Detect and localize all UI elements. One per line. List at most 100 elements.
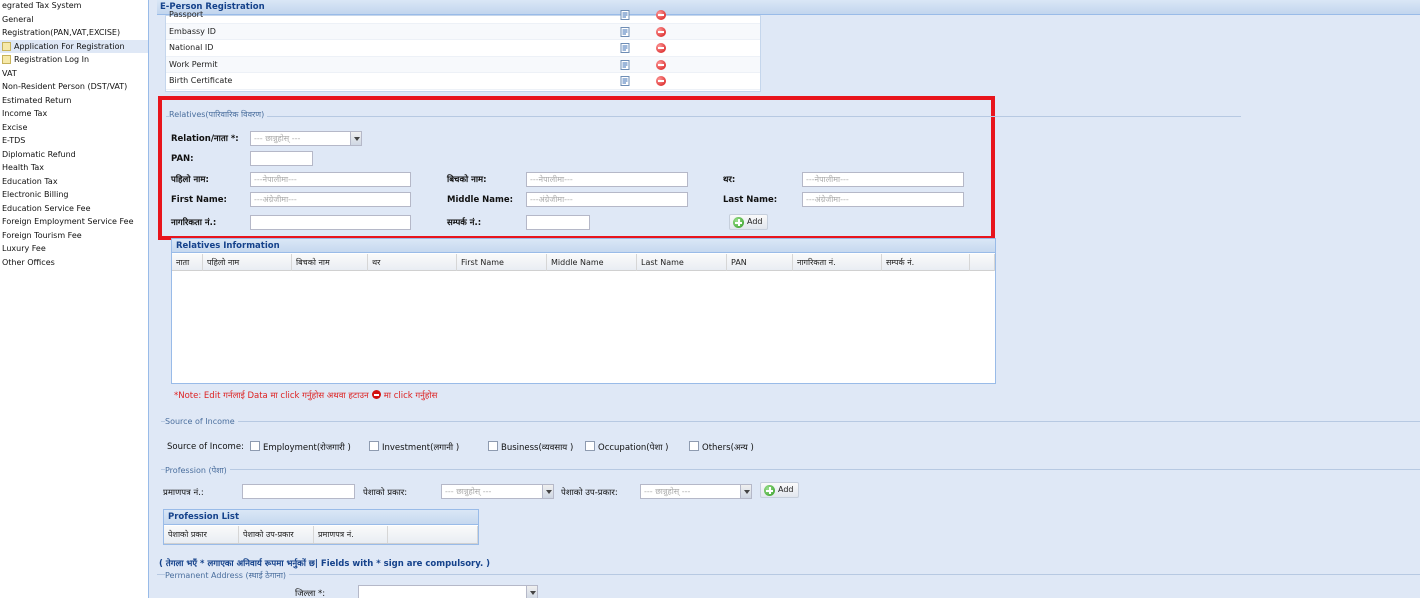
delete-icon[interactable] [656,26,666,37]
income-option-label: Investment(लगानी ) [382,443,460,453]
sidebar-item-label: Education Service Fee [2,203,91,213]
sidebar-item[interactable]: Electronic Billing [0,188,69,201]
sidebar-item[interactable]: Registration(PAN,VAT,EXCISE) [0,26,120,39]
column-header[interactable]: Middle Name [547,254,637,271]
document-row: National ID [166,40,760,57]
sidebar-item[interactable]: Income Tax [0,107,47,120]
delete-icon[interactable] [656,10,666,20]
note-text-after: मा click गर्नुहोस [383,391,438,401]
view-document-icon[interactable] [620,43,630,53]
pan-input[interactable] [250,151,313,166]
split-gutter[interactable] [149,0,157,598]
sidebar-item[interactable]: Non-Resident Person (DST/VAT) [0,80,127,93]
chevron-down-icon[interactable] [350,132,361,145]
first-name-np-label: पहिलो नाम: [171,175,209,185]
last-name-input[interactable]: ---अंग्रेजीमा--- [802,192,964,207]
income-checkbox[interactable] [250,441,260,451]
income-checkbox[interactable] [488,441,498,451]
column-header[interactable] [388,526,478,543]
document-name: Embassy ID [169,26,216,36]
profession-subtype-label: पेशाको उप-प्रकार: [561,488,618,498]
income-checkbox[interactable] [689,441,699,451]
profession-subtype-select[interactable]: --- छान्नुहोस् --- [640,484,752,499]
view-document-icon[interactable] [620,10,630,20]
edit-note: *Note: Edit गर्नलाई Data मा click गर्नुह… [174,390,437,401]
delete-icon[interactable] [656,43,666,53]
column-header[interactable]: First Name [457,254,547,271]
sidebar-item[interactable]: VAT [0,67,17,80]
add-relative-button-label: Add [747,217,763,226]
document-name: Work Permit [169,59,218,69]
chevron-down-icon[interactable] [542,485,553,498]
view-document-icon[interactable] [620,76,630,86]
certificate-input[interactable] [242,484,355,499]
column-header[interactable]: पेशाको प्रकार [164,526,239,543]
column-header[interactable]: सम्पर्क नं. [882,254,970,271]
first-name-np-input[interactable]: ---नेपालीमा--- [250,172,411,187]
income-label: Source of Income: [167,442,244,452]
sidebar-item-label: Diplomatic Refund [2,149,76,159]
column-header[interactable]: नागरिकता नं. [793,254,882,271]
sidebar-item[interactable]: Diplomatic Refund [0,148,76,161]
sidebar-item[interactable]: Education Service Fee [0,202,91,215]
column-header[interactable]: बिचको नाम [292,254,368,271]
sidebar-item-label: Application For Registration [14,41,125,51]
navigation-tree: egrated Tax System General Registration(PA… [0,0,149,598]
sidebar-item[interactable]: General [0,13,34,26]
column-header[interactable]: नाता [172,254,203,271]
income-checkbox[interactable] [369,441,379,451]
contact-input[interactable] [526,215,590,230]
sidebar-item[interactable]: Estimated Return [0,94,72,107]
sidebar-item-label: VAT [2,68,17,78]
middle-name-input[interactable]: ---अंग्रेजीमा--- [526,192,688,207]
first-name-np-placeholder: ---नेपालीमा--- [254,175,297,184]
view-document-icon[interactable] [620,59,630,70]
profession-type-select[interactable]: --- छान्नुहोस् --- [441,484,554,499]
document-icon [2,55,11,64]
pan-label: PAN: [171,154,194,164]
first-name-placeholder: ---अंग्रेजीमा--- [254,195,297,204]
citizenship-input[interactable] [250,215,411,230]
sidebar-item[interactable]: Application For Registration [0,39,148,53]
sidebar-item[interactable]: Other Offices [0,256,55,269]
delete-icon[interactable] [656,76,666,86]
profession-legend: Profession (पेशा) [165,465,230,476]
column-header[interactable]: PAN [727,254,793,271]
sidebar-item-label: Foreign Tourism Fee [2,230,82,240]
view-document-icon[interactable] [620,26,630,37]
column-header[interactable]: Last Name [637,254,727,271]
sidebar-item[interactable]: Foreign Tourism Fee [0,229,82,242]
sidebar-item[interactable]: Luxury Fee [0,242,46,255]
sidebar-item[interactable]: Foreign Employment Service Fee [0,215,134,228]
chevron-down-icon[interactable] [526,586,537,598]
middle-name-placeholder: ---अंग्रेजीमा--- [530,195,573,204]
profession-grid-title: Profession List [164,510,478,525]
column-header[interactable]: पेशाको उप-प्रकार [239,526,314,543]
last-name-np-input[interactable]: ---नेपालीमा--- [802,172,964,187]
first-name-input[interactable]: ---अंग्रेजीमा--- [250,192,411,207]
column-header[interactable]: थर [368,254,457,271]
income-option-label: Employment(रोजगारी ) [263,443,351,453]
note-text-before: *Note: Edit गर्नलाई Data मा click गर्नुह… [174,391,369,401]
sidebar-item[interactable]: Health Tax [0,161,44,174]
sidebar-item-label: Registration Log In [14,55,90,64]
sidebar-item[interactable]: E-TDS [0,134,25,147]
column-header[interactable]: प्रमाणपत्र नं. [314,526,388,543]
middle-name-np-input[interactable]: ---नेपालीमा--- [526,172,688,187]
sidebar-item-label: Income Tax [2,109,48,118]
sidebar-item[interactable]: Excise [0,121,27,134]
relation-select[interactable]: --- छान्नुहोस् --- [250,131,362,146]
income-checkbox[interactable] [585,441,595,451]
district-select[interactable] [358,585,538,598]
column-header[interactable] [970,254,995,271]
add-profession-button[interactable]: Add [760,482,799,498]
add-relative-button[interactable]: Add [729,214,768,230]
column-header[interactable]: पहिलो नाम [203,254,292,271]
profession-grid: Profession List पेशाको प्रकार पेशाको उप-प… [163,509,479,545]
chevron-down-icon[interactable] [740,485,751,498]
sidebar-item[interactable]: Education Tax [0,175,58,188]
relatives-section: Relatives(पारिवारिक विवरण) Relation/नाता… [158,96,1241,240]
delete-icon[interactable] [656,59,666,70]
sidebar-item[interactable]: egrated Tax System [0,0,81,12]
sidebar-item[interactable]: Registration Log In [0,53,89,66]
